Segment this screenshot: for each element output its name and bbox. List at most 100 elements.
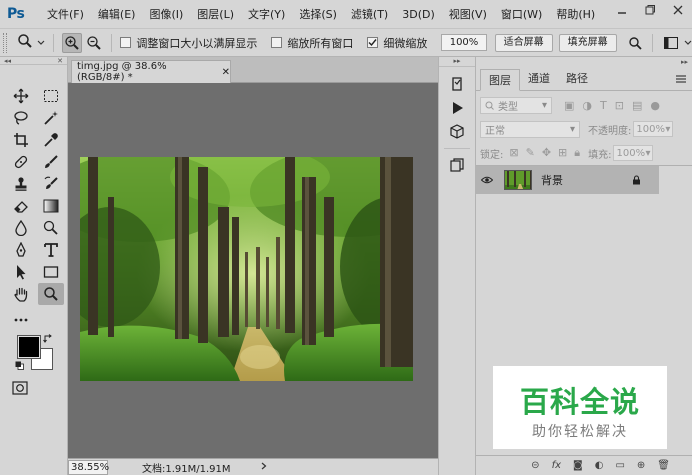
actions-panel-icon[interactable] [443,97,471,119]
fill-label: 填充: [588,149,612,161]
type-filter-icon[interactable]: T [600,99,607,112]
tab-layers[interactable]: 图层 [480,69,520,91]
dodge-tool-icon[interactable] [38,217,64,239]
blur-tool-icon[interactable] [8,217,34,239]
foreground-color-swatch[interactable] [17,335,41,359]
hand-tool-icon[interactable] [8,283,34,305]
swap-colors-icon[interactable] [43,334,53,347]
eyedropper-icon[interactable] [38,129,64,151]
path-selection-icon[interactable] [8,261,34,283]
move-tool-icon[interactable] [8,85,34,107]
layer-row-background[interactable]: 背景 [476,166,659,194]
menu-filter[interactable]: 滤镜(T) [351,6,388,22]
gradient-tool-icon[interactable] [38,195,64,217]
fit-screen-button[interactable]: 适合屏幕 [494,33,553,52]
history-panel-icon[interactable] [443,73,471,95]
quick-mask-icon[interactable] [7,377,33,399]
menu-file[interactable]: 文件(F) [47,6,84,22]
menu-3d[interactable]: 3D(D) [402,8,435,21]
type-tool-icon[interactable] [38,239,64,261]
document-tab[interactable]: timg.jpg @ 38.6%(RGB/8#) * ✕ [71,60,231,83]
pixel-filter-icon[interactable]: ▣ [564,99,574,112]
brush-tool-icon[interactable] [38,151,64,173]
lock-all-icon[interactable]: 🔒︎ [574,146,580,160]
kind-filter-select[interactable]: 类型 ▾ [480,96,552,114]
checkbox-box[interactable] [271,37,283,48]
collapse-icon[interactable]: ▸▸ [681,58,688,66]
tab-paths[interactable]: 路径 [558,68,596,90]
eraser-tool-icon[interactable] [8,195,34,217]
link-layers-icon[interactable]: ⊝ [531,460,539,471]
smart-object-filter-icon[interactable]: ▤ [632,99,642,112]
trash-icon[interactable]: 🗑︎ [657,460,670,471]
fill-screen-button[interactable]: 填充屏幕 [558,33,617,52]
zoom-in-button[interactable] [61,32,82,53]
lock-pixels-icon[interactable]: ✎ [526,146,535,160]
default-colors-icon[interactable] [15,360,24,370]
menu-window[interactable]: 窗口(W) [501,6,542,22]
tab-channels[interactable]: 通道 [520,68,558,90]
status-bar: 38.55% 文档:1.91M/1.91M [68,458,438,475]
history-brush-icon[interactable] [38,173,64,195]
checkmark-icon[interactable] [367,37,379,48]
resize-windows-checkbox[interactable]: 调整窗口大小以满屏显示 [120,35,257,51]
clone-stamp-icon[interactable] [8,173,34,195]
search-icon[interactable] [625,33,645,53]
pen-tool-icon[interactable] [8,239,34,261]
restore-icon[interactable] [636,0,664,20]
panel-menu-icon[interactable] [676,72,686,86]
zoom-all-windows-checkbox[interactable]: 缩放所有窗口 [271,35,353,51]
more-tools-icon[interactable] [8,309,34,331]
filter-toggle-icon[interactable]: ● [650,99,660,112]
menu-select[interactable]: 选择(S) [299,6,337,22]
grip-handle[interactable] [3,32,7,53]
zoom-status-field[interactable]: 38.55% [68,459,109,475]
3d-panel-icon[interactable] [443,121,471,143]
lock-transparent-icon[interactable]: ⊠ [509,146,518,160]
panel-header: ▸▸ [476,57,692,67]
marquee-tool-icon[interactable] [38,85,64,107]
opacity-field[interactable]: 100% ▾ [633,121,674,137]
adjustment-layer-icon[interactable]: ◐ [595,460,604,471]
zoom-tool-icon[interactable] [38,283,64,305]
zoom-percent-field[interactable]: 100% [441,34,487,51]
canvas-area[interactable] [68,83,438,458]
magic-wand-icon[interactable] [38,107,64,129]
opacity-value: 100% [636,123,665,135]
close-icon[interactable]: ✕ [222,67,230,78]
chevron-right-icon[interactable] [261,462,267,473]
menu-help[interactable]: 帮助(H) [556,6,595,22]
chevron-down-icon[interactable] [684,36,692,49]
document-tab-title: timg.jpg @ 38.6%(RGB/8#) * [77,61,167,83]
shape-filter-icon[interactable]: ⊡ [615,99,624,112]
close-icon[interactable]: ✕ [57,57,63,65]
add-mask-icon[interactable]: ◙ [573,460,583,471]
menu-edit[interactable]: 编辑(E) [98,6,136,22]
collapse-icon[interactable]: ◂◂ [4,57,11,65]
fill-field[interactable]: 100% ▾ [613,145,654,161]
properties-panel-icon[interactable] [443,154,471,176]
rectangle-tool-icon[interactable] [38,261,64,283]
adjustment-filter-icon[interactable]: ◑ [582,99,592,112]
close-icon[interactable] [664,0,692,20]
lock-position-icon[interactable]: ✥ [542,146,551,160]
workspace-layout-icon[interactable] [661,33,681,53]
eye-icon[interactable] [476,174,498,187]
tool-preset-picker[interactable] [17,33,45,52]
menu-view[interactable]: 视图(V) [449,6,487,22]
lasso-tool-icon[interactable] [8,107,34,129]
blend-mode-select[interactable]: 正常 ▾ [480,120,580,138]
new-layer-icon[interactable]: ⊕ [637,460,645,471]
fx-icon[interactable]: fx [552,460,561,471]
scrubby-zoom-checkbox[interactable]: 细微缩放 [367,35,427,51]
menu-layer[interactable]: 图层(L) [197,6,234,22]
menu-image[interactable]: 图像(I) [149,6,183,22]
zoom-out-button[interactable] [84,33,104,53]
healing-brush-icon[interactable] [8,151,34,173]
minimize-icon[interactable] [608,0,636,20]
lock-artboard-icon[interactable]: ⊞ [558,146,567,160]
crop-tool-icon[interactable] [8,129,34,151]
menu-type[interactable]: 文字(Y) [248,6,285,22]
new-group-icon[interactable]: ▭ [615,460,624,471]
checkbox-box[interactable] [120,37,132,48]
